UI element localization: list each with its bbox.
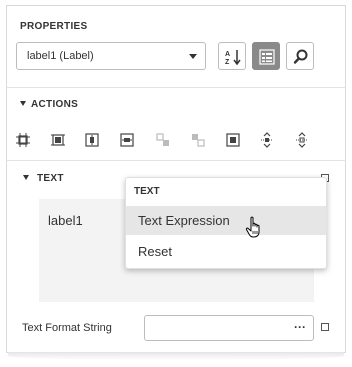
center-horizontally-icon[interactable] [84,132,100,148]
vertical-spacing-icon[interactable] [259,132,275,148]
collapse-triangle-icon [23,175,29,180]
ellipsis-button[interactable]: ··· [294,320,306,334]
categorized-view-icon [259,49,275,65]
hand-cursor-icon [245,216,260,238]
svg-text:Z: Z [225,59,230,66]
center-vertically-icon[interactable] [119,132,135,148]
property-marker-icon[interactable] [321,323,329,331]
sort-alphabetical-icon: A Z [225,50,241,66]
text-context-menu: TEXT Text Expression Reset [125,177,327,269]
text-format-string-label: Text Format String [22,322,112,334]
text-section-title: TEXT [37,173,64,184]
search-button[interactable] [286,42,314,70]
sort-alphabetical-button[interactable]: A Z [218,42,246,70]
svg-text:A: A [225,51,230,58]
align-left-edges-icon[interactable] [15,132,31,148]
text-format-string-input[interactable]: ··· [144,315,314,341]
send-backward-icon[interactable] [190,132,206,148]
actions-title: ACTIONS [31,99,79,110]
fit-to-container-icon[interactable] [225,132,241,148]
categorized-view-button[interactable] [252,42,280,70]
menu-item-label: Text Expression [138,213,230,228]
menu-item-reset[interactable]: Reset [126,237,326,266]
chevron-down-icon [189,54,197,59]
properties-title: PROPERTIES [20,21,88,32]
divider [6,160,346,161]
search-icon [293,49,308,64]
panel-shadow [8,352,344,360]
menu-item-text-expression[interactable]: Text Expression [126,206,326,235]
menu-item-label: Reset [138,244,172,259]
collapse-triangle-icon [20,101,26,106]
divider [6,87,346,88]
component-selector-value: label1 (Label) [27,50,94,62]
context-menu-title: TEXT [134,186,160,197]
horizontal-spacing-icon[interactable] [294,132,310,148]
size-to-grid-icon[interactable] [50,132,66,148]
bring-forward-icon[interactable] [155,132,171,148]
component-selector[interactable]: label1 (Label) [16,42,206,70]
text-value: label1 [48,213,83,228]
